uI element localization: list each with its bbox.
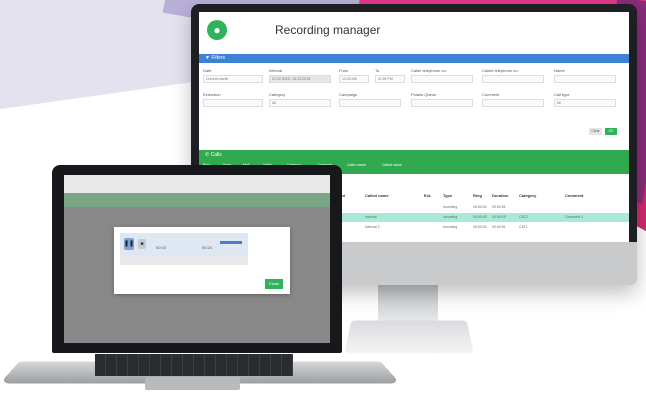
col-ext[interactable]: Ext. — [424, 193, 431, 198]
to-label: To — [375, 68, 380, 73]
audio-player: ❚❚ ■ 00:03 00:24 — [120, 233, 248, 257]
cell: 00:00:51 — [492, 205, 506, 209]
table-row[interactable]: 30 Internal Incoming 00:00:03 00:00:15 C… — [329, 213, 629, 222]
laptop: ❚❚ ■ 00:03 00:24 Close — [0, 165, 401, 390]
volume-icon[interactable] — [220, 241, 242, 244]
col-called-name[interactable]: Called name — [365, 193, 389, 198]
monitor-stand-neck — [378, 285, 438, 321]
table-row[interactable]: 30 Internal 2 Incoming 00:00:03 00:00:51… — [329, 223, 629, 232]
cell: Incoming — [443, 215, 458, 219]
calls-label: Calls — [210, 152, 222, 158]
cell: Incoming — [443, 205, 458, 209]
cell: 00:00:15 — [492, 215, 506, 219]
laptop-screen: ❚❚ ■ 00:03 00:24 Close — [64, 175, 330, 343]
cell: Internal 2 — [365, 225, 380, 229]
col-comment[interactable]: Comment — [565, 193, 583, 198]
col-type[interactable]: Type — [443, 193, 452, 198]
filters-bar[interactable]: ▼ Filters — [199, 54, 629, 63]
close-button[interactable]: Close — [265, 279, 283, 289]
category-label: Category — [269, 92, 286, 97]
extension-input[interactable] — [203, 99, 263, 107]
queue-label: Polaris Queue — [411, 92, 437, 97]
name-label: Name — [554, 68, 565, 73]
from-input[interactable]: 12:00 AM — [339, 75, 369, 83]
campaign-label: Campaign — [339, 92, 358, 97]
app-title: Recording manager — [275, 23, 381, 37]
cell: 00:00:03 — [473, 205, 487, 209]
call-type-select[interactable]: All — [554, 99, 616, 107]
trackpad — [145, 377, 240, 390]
cell: 00:00:03 — [473, 225, 487, 229]
ok-button[interactable]: OK — [605, 128, 617, 135]
cell: 00:00:03 — [473, 215, 487, 219]
time-total: 00:24 — [202, 245, 213, 250]
col-ring[interactable]: Ring — [473, 193, 482, 198]
pause-icon[interactable]: ❚❚ — [124, 238, 134, 250]
caller-no-input[interactable] — [411, 75, 473, 83]
campaign-input[interactable] — [339, 99, 401, 107]
interval-label: Interval — [269, 68, 283, 73]
col-category[interactable]: Category — [519, 193, 536, 198]
player-dialog: ❚❚ ■ 00:03 00:24 Close — [114, 227, 290, 294]
interval-input[interactable]: 01.12.2015 - 31.12.2015 — [269, 75, 331, 83]
stop-icon[interactable]: ■ — [138, 239, 146, 249]
app-header — [64, 193, 330, 207]
cell: Internal — [365, 215, 377, 219]
comment-label: Comment — [482, 92, 500, 97]
cell: Comment 1 — [565, 215, 584, 219]
called-no-input[interactable] — [482, 75, 544, 83]
category-select[interactable]: All — [269, 99, 331, 107]
cell: Incoming — [443, 225, 458, 229]
cell: CAT1 — [519, 225, 528, 229]
keyboard — [95, 354, 293, 376]
called-name-tool[interactable]: Called name — [382, 163, 402, 167]
scene: ● Recording manager ▼ Filters Date Curre… — [0, 0, 646, 405]
microphone-icon: ● — [207, 20, 227, 40]
date-select[interactable]: Current month — [203, 75, 263, 83]
time-current: 00:03 — [156, 245, 167, 250]
comment-input[interactable] — [482, 99, 544, 107]
caller-no-label: Caller telephone no. — [411, 68, 447, 73]
table-row[interactable]: 30 Incoming 00:00:03 00:00:51 — [329, 203, 629, 212]
queue-input[interactable] — [411, 99, 473, 107]
called-no-label: Called telephone no. — [482, 68, 519, 73]
filters-label: Filters — [211, 55, 225, 61]
col-duration[interactable]: Duration — [492, 193, 508, 198]
to-input[interactable]: 11:59 PM — [375, 75, 405, 83]
cell: 00:00:51 — [492, 225, 506, 229]
app-header: ● Recording manager — [199, 12, 629, 48]
from-label: From — [339, 68, 349, 73]
calls-title: ✆ Calls — [205, 152, 222, 158]
name-input[interactable] — [554, 75, 616, 83]
extension-label: Extension — [203, 92, 221, 97]
browser-chrome — [64, 175, 330, 193]
monitor-stand-base — [344, 320, 474, 354]
clear-button[interactable]: Clear — [589, 128, 602, 135]
date-label: Date — [203, 68, 212, 73]
cell: CAT2 — [519, 215, 528, 219]
playback-progress[interactable] — [120, 257, 248, 265]
laptop-lid: ❚❚ ■ 00:03 00:24 Close — [52, 165, 342, 353]
call-type-label: Call type — [554, 92, 570, 97]
